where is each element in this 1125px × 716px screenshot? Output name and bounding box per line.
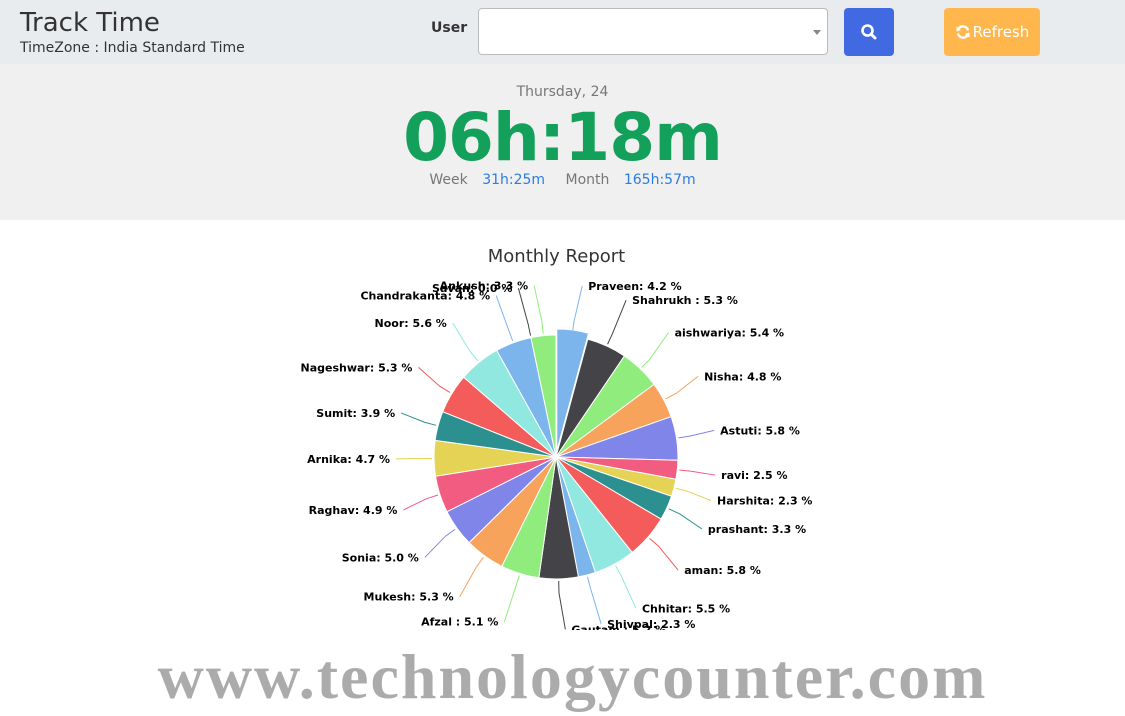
data-label-ankush: Ankush: 3.3 % [440,280,528,292]
data-label-shahrukh: Shahrukh : 5.3 % [632,294,738,307]
connector-praveen [571,285,583,335]
user-label: User [431,20,468,36]
user-select[interactable] [478,8,828,55]
data-label-raghav: Raghav: 4.9 % [309,504,398,517]
connector-harshita [675,487,712,502]
data-label-noor: Noor: 5.6 % [375,317,447,330]
connector-nisha [665,375,699,400]
connector-nageshwar [418,366,451,393]
refresh-label: Refresh [972,23,1030,41]
data-label-chhitar: Chhitar: 5.5 % [642,602,730,615]
connector-aishwariya [641,332,669,368]
time-summary: Thursday, 24 06h:18m Week 31h:25m Month … [0,64,1125,220]
data-label-astuti: Astuti: 5.8 % [720,424,800,437]
data-label-aman: aman: 5.8 % [684,564,761,577]
connector-aman [649,537,679,571]
connector-raghav [403,494,439,511]
connector-ravi [679,469,716,476]
chart-title: Monthly Report [487,246,626,267]
data-label-sonia: Sonia: 5.0 % [342,551,419,564]
data-label-aishwariya: aishwariya: 5.4 % [675,326,785,339]
connector-savan [517,288,532,336]
connector-mukesh [459,557,484,597]
data-label-nageshwar: Nageshwar: 5.3 % [301,361,413,374]
connector-noor [452,322,479,362]
connector-chhitar [615,565,637,609]
data-label-mukesh: Mukesh: 5.3 % [364,591,454,604]
timezone-label: TimeZone : India Standard Time [20,40,245,56]
data-label-nisha: Nisha: 4.8 % [704,370,781,383]
data-label-harshita: Harshita: 2.3 % [717,495,812,508]
connector-sumit [400,412,437,426]
data-label-gautam: Gautam : 5.2 % [571,623,666,630]
today-total: 06h:18m [403,99,723,176]
connector-shahrukh [607,299,627,345]
connector-ankush [533,285,544,334]
connector-afzal [503,575,520,622]
data-label-sumit: Sumit: 3.9 % [316,407,395,420]
connector-astuti [678,429,715,439]
connector-chandrakanta [495,295,514,341]
connector-arnika [396,457,433,460]
search-button[interactable] [844,8,894,56]
week-label: Week [429,172,468,188]
data-label-ravi: ravi: 2.5 % [721,469,787,482]
data-label-prashant: prashant: 3.3 % [708,523,806,536]
connector-sonia [424,528,456,558]
connector-shivpal [587,576,602,624]
app-title: Track Time [20,8,160,38]
data-label-afzal: Afzal : 5.1 % [421,616,498,629]
data-label-praveen: Praveen: 4.2 % [588,280,681,293]
refresh-button[interactable]: Refresh [944,8,1040,56]
monthly-report-pie-chart: Praveen: 4.2 %Shahrukh : 5.3 % aishwariya… [301,280,813,630]
current-day: Thursday, 24 [516,84,609,100]
search-icon [861,24,877,40]
chevron-down-icon [813,30,821,35]
watermark: www.technologycounter.com [157,641,988,712]
month-label: Month [565,172,610,188]
top-bar: Track Time TimeZone : India Standard Tim… [0,0,1125,64]
data-label-arnika: Arnika: 4.7 % [307,453,390,466]
month-value: 165h:57m [623,172,696,188]
period-totals: Week 31h:25m Month 165h:57m [0,172,1125,188]
connector-prashant [668,508,703,530]
week-value: 31h:25m [482,172,546,188]
refresh-icon [956,25,970,39]
connector-gautam [558,580,566,630]
